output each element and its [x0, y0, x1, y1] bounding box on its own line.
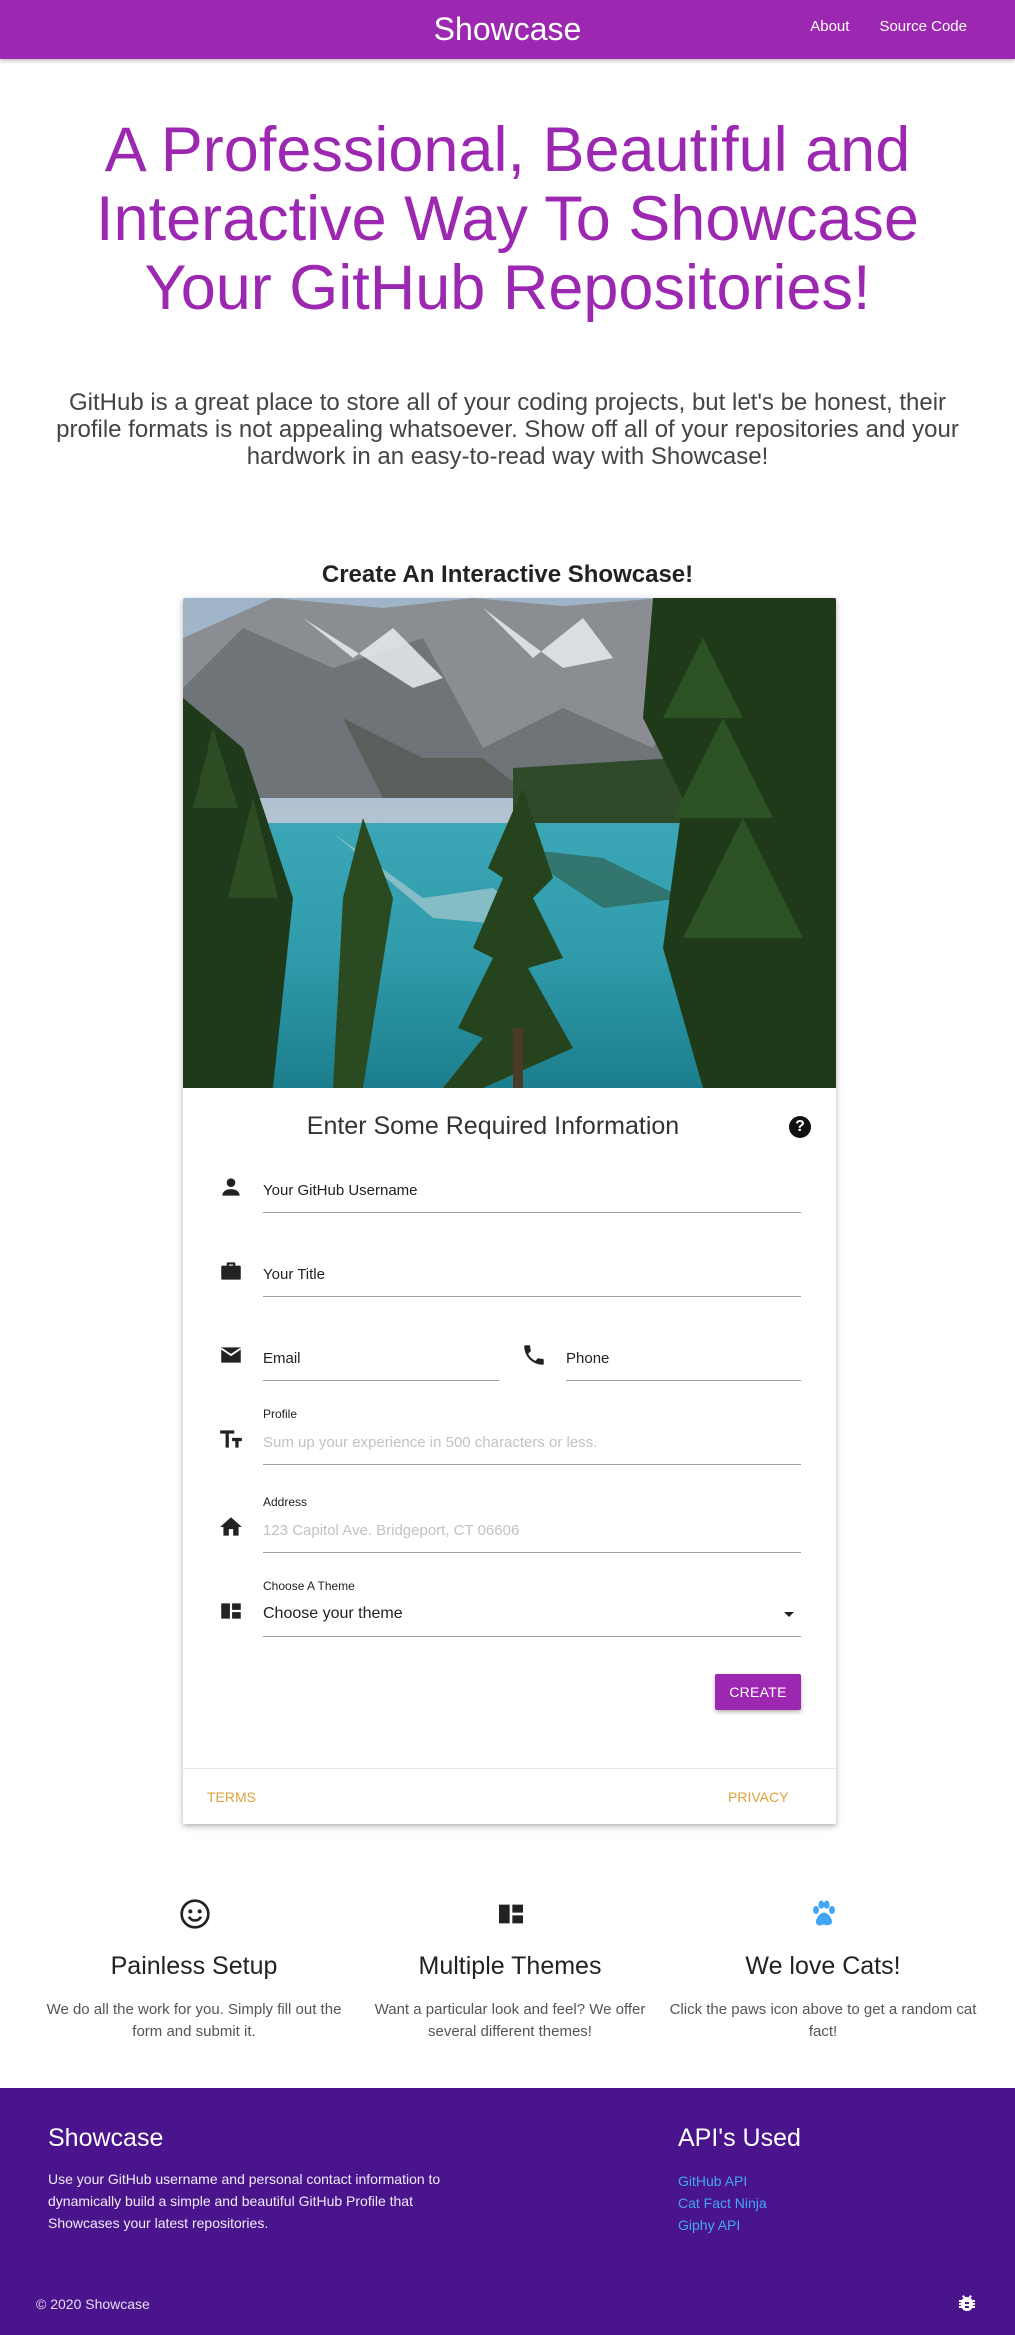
text-fields-icon	[220, 1430, 242, 1448]
github-username-field[interactable]: Your GitHub Username	[263, 1182, 418, 1199]
hero-title: A Professional, Beautiful and Interactiv…	[96, 115, 919, 323]
bug-icon[interactable]	[955, 2292, 979, 2316]
feature-title: We love Cats!	[745, 1952, 901, 1980]
feature-multiple-themes: Multiple Themes Want a particular look a…	[355, 1951, 665, 2043]
feature-text: Click the paws icon above to get a rando…	[669, 2001, 977, 2040]
nav-links: About Source Code	[810, 18, 967, 35]
email-field[interactable]: Email	[263, 1350, 301, 1367]
footer: Showcase Use your GitHub username and pe…	[0, 2088, 1015, 2335]
footer-apis-title: API's Used	[678, 2124, 801, 2152]
feature-we-love-cats: We love Cats! Click the paws icon above …	[668, 1951, 978, 2043]
profile-field[interactable]: Sum up your experience in 500 characters…	[263, 1434, 597, 1451]
title-field[interactable]: Your Title	[263, 1266, 325, 1283]
form-title: Enter Some Required Information	[306, 1112, 680, 1140]
person-icon	[222, 1178, 240, 1196]
hero-subtitle: GitHub is a great place to store all of …	[56, 389, 959, 470]
copyright: © 2020 Showcase	[36, 2296, 150, 2312]
phone-icon	[524, 1345, 544, 1365]
dashboard-icon	[221, 1603, 241, 1619]
privacy-link[interactable]: Privacy	[728, 1789, 788, 1805]
address-underline	[263, 1552, 801, 1553]
theme-select[interactable]: Choose your theme	[263, 1605, 403, 1623]
profile-label: Profile	[263, 1407, 298, 1421]
feature-text: We do all the work for you. Simply fill …	[46, 2001, 342, 2040]
section-title: Create An Interactive Showcase!	[321, 561, 694, 588]
chevron-down-icon[interactable]	[784, 1612, 794, 1617]
footer-description: Use your GitHub username and personal co…	[48, 2171, 441, 2231]
theme-label: Choose A Theme	[263, 1579, 355, 1593]
feature-painless-setup: Painless Setup We do all the work for yo…	[39, 1951, 349, 2043]
feature-text: Want a particular look and feel? We offe…	[374, 2001, 646, 2040]
smiley-icon	[180, 1899, 210, 1929]
title-underline	[263, 1296, 801, 1297]
help-icon[interactable]: ?	[789, 1116, 811, 1138]
paw-icon[interactable]	[808, 1898, 840, 1930]
home-icon	[220, 1517, 242, 1536]
feature-title: Multiple Themes	[418, 1952, 602, 1980]
navbar: Showcase About Source Code	[0, 0, 1015, 59]
nav-link-source-code[interactable]: Source Code	[879, 18, 967, 35]
dashboard-icon	[499, 1904, 523, 1924]
github-username-underline	[263, 1212, 801, 1213]
phone-underline	[566, 1380, 801, 1381]
api-list: GitHub API Cat Fact Ninja Giphy API	[678, 2170, 767, 2236]
terms-link[interactable]: Terms	[207, 1789, 256, 1805]
address-field[interactable]: 123 Capitol Ave. Bridgeport, CT 06606	[263, 1522, 519, 1539]
email-icon	[220, 1347, 242, 1363]
briefcase-icon	[221, 1262, 241, 1280]
feature-title: Painless Setup	[110, 1952, 278, 1980]
api-link-cat-fact-ninja[interactable]: Cat Fact Ninja	[678, 2192, 767, 2214]
profile-underline	[263, 1464, 801, 1465]
theme-underline	[263, 1636, 801, 1637]
footer-brand: Showcase	[48, 2124, 164, 2152]
nav-link-about[interactable]: About	[810, 18, 849, 35]
showcase-form-card: Enter Some Required Information ? Your G…	[183, 598, 836, 1824]
api-link-giphy[interactable]: Giphy API	[678, 2214, 767, 2236]
api-link-github[interactable]: GitHub API	[678, 2170, 767, 2192]
email-underline	[263, 1380, 499, 1381]
address-label: Address	[263, 1495, 308, 1509]
phone-field[interactable]: Phone	[566, 1350, 609, 1367]
lake-mountain-image	[183, 598, 836, 1088]
create-button[interactable]: Create	[715, 1674, 801, 1710]
card-action-bar: Terms Privacy	[183, 1768, 836, 1824]
